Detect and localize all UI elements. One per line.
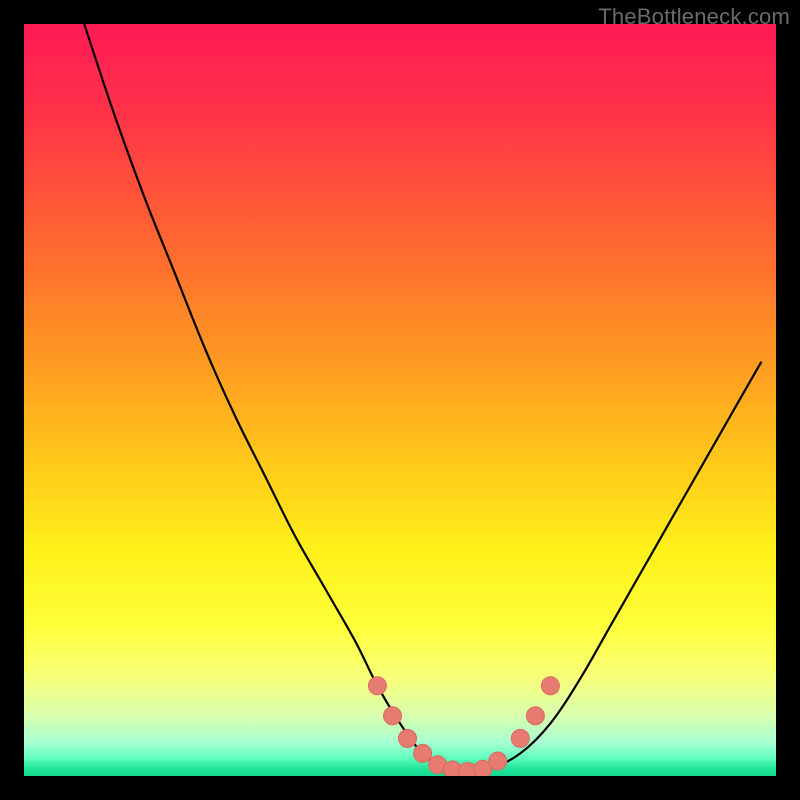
plot-area	[24, 24, 776, 776]
background-gradient	[24, 24, 776, 776]
outer-frame: TheBottleneck.com	[0, 0, 800, 800]
watermark-text: TheBottleneck.com	[598, 4, 790, 30]
